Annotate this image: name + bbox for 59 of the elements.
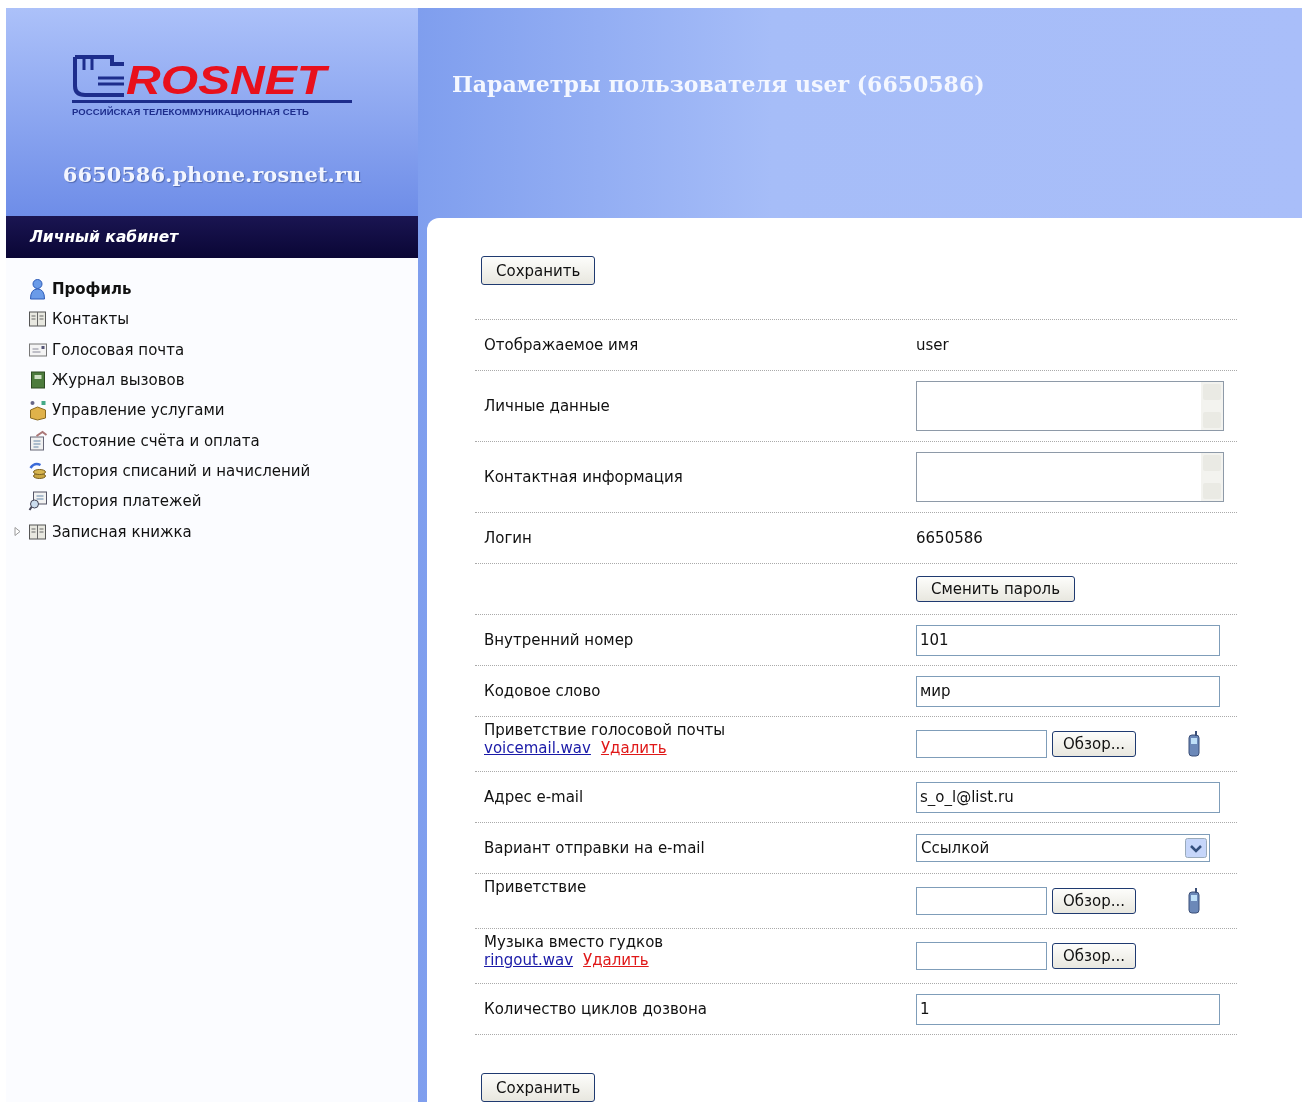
sidebar-item[interactable]: Профиль xyxy=(52,280,132,299)
field-label: Контактная информация xyxy=(484,468,684,486)
field-label: Логин xyxy=(484,529,533,547)
input-field[interactable]: мир xyxy=(916,675,1220,707)
expand-icon[interactable] xyxy=(14,527,21,536)
mobile-phone-icon[interactable] xyxy=(1188,731,1201,757)
logo-mark-icon xyxy=(72,54,124,98)
mobile-phone-icon[interactable] xyxy=(1188,888,1201,914)
sidebar-item[interactable]: История списаний и начислений xyxy=(52,461,311,480)
field-label: Отображаемое имя xyxy=(484,336,640,354)
sidebar-item[interactable]: Журнал вызовов xyxy=(52,371,185,390)
field-label: Количество циклов дозвона xyxy=(484,1000,708,1018)
document-icon xyxy=(28,429,48,452)
browse-button[interactable]: Обзор... xyxy=(1052,943,1137,969)
logo-tagline: РОССИЙСКАЯ ТЕЛЕКОММУНИКАЦИОННАЯ СЕТЬ xyxy=(72,106,309,117)
field-label: Адрес e-mail xyxy=(484,788,585,806)
field-label: Приветствие голосовой почты xyxy=(484,721,727,739)
sidebar-item[interactable]: Записная книжка xyxy=(52,522,192,541)
delete-link[interactable]: Удалить xyxy=(600,739,667,757)
browse-button[interactable]: Обзор... xyxy=(1052,731,1137,757)
input-field[interactable]: 101 xyxy=(916,624,1220,656)
sidebar-item[interactable]: Контакты xyxy=(52,310,130,329)
field-label: Приветствие xyxy=(484,878,588,896)
field-value: user xyxy=(916,336,949,354)
dropdown[interactable]: Ссылкой xyxy=(916,834,1210,862)
file-path-field[interactable] xyxy=(916,887,1047,915)
delete-link[interactable]: Удалить xyxy=(583,951,649,969)
field-label: Личные данные xyxy=(484,397,611,415)
sidebar-item[interactable]: История платежей xyxy=(52,492,202,511)
browse-button[interactable]: Обзор... xyxy=(1052,888,1137,914)
sidebar-title: Личный кабинет xyxy=(30,228,179,246)
user-icon xyxy=(28,278,48,301)
host-name: 6650586.phone.rosnet.ru xyxy=(62,162,362,187)
box-icon xyxy=(28,399,48,422)
page-title: Параметры пользователя user (6650586) xyxy=(452,71,986,97)
file-link[interactable]: ringout.wav xyxy=(484,951,574,969)
file-link[interactable]: voicemail.wav xyxy=(484,739,591,757)
logo-wordmark: ROSNET xyxy=(126,62,398,98)
scrollbar[interactable] xyxy=(1201,382,1223,430)
text-area[interactable] xyxy=(916,381,1224,431)
save-button[interactable]: Сохранить xyxy=(481,256,596,285)
file-path-field[interactable] xyxy=(916,942,1047,970)
save-button[interactable]: Сохранить xyxy=(481,1073,596,1102)
sidebar-item[interactable]: Состояние счёта и оплата xyxy=(52,431,260,450)
sidebar-item[interactable]: Голосовая почта xyxy=(52,340,185,359)
input-field[interactable]: s_o_l@list.ru xyxy=(916,781,1220,813)
file-path-field[interactable] xyxy=(916,730,1047,758)
scrollbar[interactable] xyxy=(1201,453,1223,501)
field-label: Вариант отправки на e-mail xyxy=(484,839,706,857)
input-field[interactable]: 1 xyxy=(916,993,1220,1025)
field-label: Внутренний номер xyxy=(484,631,635,649)
field-label: Кодовое слово xyxy=(484,682,602,700)
field-value: 6650586 xyxy=(916,529,983,547)
journal-icon xyxy=(28,369,48,392)
magnifier-icon xyxy=(28,490,48,513)
change-password-button[interactable]: Сменить пароль xyxy=(916,576,1076,602)
text-area[interactable] xyxy=(916,452,1224,502)
sidebar-item[interactable]: Управление услугами xyxy=(52,401,225,420)
field-label: Музыка вместо гудков xyxy=(484,933,665,951)
